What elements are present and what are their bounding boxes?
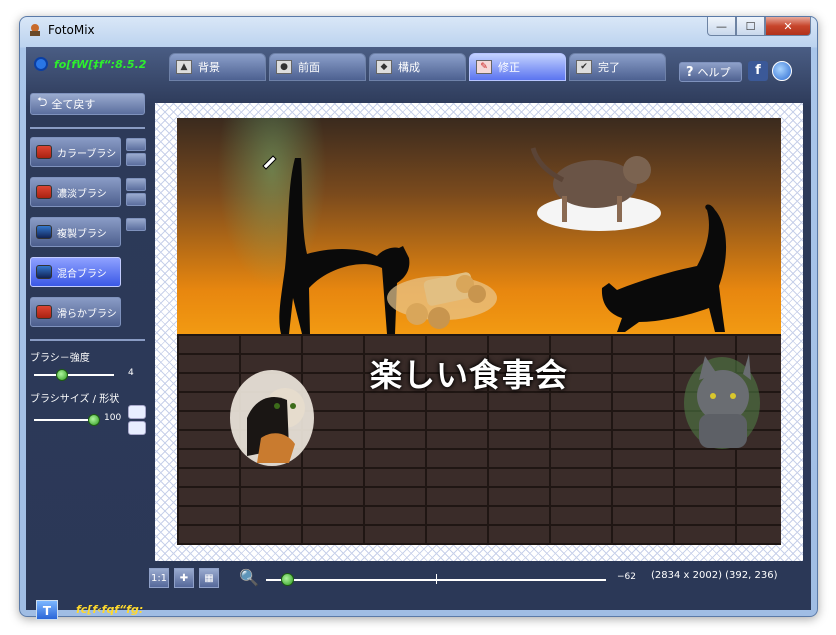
tab-finish[interactable]: ✔ 完了	[569, 53, 666, 81]
magnifier-icon: 🔍	[239, 568, 259, 587]
person-icon: ●	[276, 60, 292, 74]
brush-option-button[interactable]	[126, 218, 146, 231]
app-icon	[28, 23, 42, 37]
client-area: fo[fW[‡f“:8.5.2 ▲ 背景 ● 前面 ◆ 構成 ✎ 修正 ✔ 完了	[26, 47, 811, 620]
compose-icon: ◆	[376, 60, 392, 74]
cat-photo-bottom-right	[684, 354, 760, 449]
clone-brush-button[interactable]: 複製ブラシ	[30, 217, 121, 247]
maximize-button[interactable]: ☐	[736, 17, 765, 36]
close-button[interactable]: ✕	[765, 17, 811, 36]
brush-strength-value: 4	[128, 368, 134, 378]
checklist-icon: ✔	[576, 60, 592, 74]
tab-foreground[interactable]: ● 前面	[269, 53, 366, 81]
color-brush-icon	[36, 145, 52, 159]
help-button[interactable]: ? ヘルプ	[679, 62, 742, 82]
brush-label: 滑らかブラシ	[57, 308, 117, 320]
brush-row-clone: 複製ブラシ	[30, 217, 148, 255]
image-dimensions: (2834 x 2002) (392, 236)	[651, 570, 778, 581]
brush-size-label: ブラシサイズ / 形状	[30, 394, 120, 405]
brush-label: 複製ブラシ	[57, 228, 107, 240]
tab-bar: ▲ 背景 ● 前面 ◆ 構成 ✎ 修正 ✔ 完了	[169, 53, 666, 81]
facebook-button[interactable]: f	[748, 61, 768, 81]
brush-size-slider[interactable]: 100	[30, 405, 148, 435]
brush-row-smooth: 滑らかブラシ	[30, 297, 148, 335]
clone-brush-icon	[36, 225, 52, 239]
title-bar: FotoMix — ☐ ✕	[20, 17, 817, 45]
color-brush-button[interactable]: カラーブラシ	[30, 137, 121, 167]
square-shape-button[interactable]	[128, 421, 146, 435]
round-shape-button[interactable]	[128, 405, 146, 419]
brush-row-shade: 濃淡ブラシ	[30, 177, 148, 215]
brush-icon: ✎	[476, 60, 492, 74]
black-cat-left	[279, 158, 410, 334]
zoom-value: −62	[617, 572, 636, 582]
reset-all-label: 全て戻す	[51, 98, 96, 111]
image-canvas[interactable]: 楽しい食事会	[177, 118, 781, 545]
canvas-area[interactable]: 楽しい食事会	[155, 103, 803, 561]
tool-sidebar: ⮌ 全て戻す カラーブラシ 濃淡ブラシ 複製ブラシ 混合ブラシ 滑らかブラシ ブ…	[30, 93, 148, 435]
question-icon: ?	[686, 64, 694, 80]
slider-thumb[interactable]	[56, 369, 68, 381]
fit-window-button[interactable]: ✚	[174, 568, 194, 588]
cat-photo-top-right	[530, 147, 661, 231]
app-window: FotoMix — ☐ ✕ fo[fW[‡f“:8.5.2 ▲ 背景 ● 前面 …	[19, 16, 818, 620]
help-label: ヘルプ	[697, 66, 731, 79]
actual-size-button[interactable]: 1:1	[149, 568, 169, 588]
version-text: fo[fW[‡f“:8.5.2	[54, 57, 147, 71]
smooth-brush-button[interactable]: 滑らかブラシ	[30, 297, 121, 327]
tab-label: 修正	[498, 61, 520, 74]
brush-option-button[interactable]	[126, 193, 146, 206]
shade-brush-button[interactable]: 濃淡ブラシ	[30, 177, 121, 207]
brush-label: 濃淡ブラシ	[57, 188, 107, 200]
blend-brush-button[interactable]: 混合ブラシ	[30, 257, 121, 287]
tab-background[interactable]: ▲ 背景	[169, 53, 266, 81]
smooth-brush-icon	[36, 305, 52, 319]
brush-option-button[interactable]	[126, 153, 146, 166]
scene-artwork	[230, 147, 760, 466]
version-label: fo[fW[‡f“:8.5.2	[34, 57, 146, 71]
globe-logo-icon	[34, 57, 48, 71]
tab-compose[interactable]: ◆ 構成	[369, 53, 466, 81]
tab-label: 完了	[598, 61, 620, 74]
zoom-slider-thumb[interactable]	[281, 573, 294, 586]
shade-brush-icon	[36, 185, 52, 199]
slider-track	[34, 419, 94, 421]
tab-retouch[interactable]: ✎ 修正	[469, 53, 566, 81]
blend-brush-icon	[36, 265, 52, 279]
reset-all-button[interactable]: ⮌ 全て戻す	[30, 93, 145, 115]
text-tool-button[interactable]: T	[36, 600, 58, 620]
minimize-button[interactable]: —	[707, 17, 736, 36]
bread-plate	[387, 272, 497, 329]
cursor-pen-icon	[262, 155, 277, 170]
web-globe-button[interactable]	[772, 61, 792, 81]
bottom-toolbar: 1:1 ✚ ▦ 🔍 −62 (2834 x 2002) (392, 236) T…	[26, 563, 811, 620]
slider-thumb[interactable]	[88, 414, 100, 426]
window-controls: — ☐ ✕	[707, 17, 811, 36]
brush-strength-slider[interactable]: 4	[30, 364, 148, 386]
brush-row-blend: 混合ブラシ	[30, 257, 148, 295]
landscape-icon: ▲	[176, 60, 192, 74]
window-title: FotoMix	[48, 23, 95, 37]
tab-label: 前面	[298, 61, 320, 74]
zoom-center-tick	[436, 574, 437, 584]
canvas-caption: 楽しい食事会	[370, 356, 569, 394]
brush-size-value: 100	[104, 413, 122, 423]
tab-label: 背景	[198, 61, 220, 74]
brush-strength-label: ブラシ－強度	[30, 353, 90, 364]
divider	[30, 127, 145, 129]
brush-label: 混合ブラシ	[57, 268, 107, 280]
cat-photo-bottom-left	[230, 370, 314, 466]
grid-toggle-button[interactable]: ▦	[199, 568, 219, 588]
brush-label: カラーブラシ	[57, 148, 117, 160]
slider-track	[34, 374, 114, 376]
brush-row-color: カラーブラシ	[30, 137, 148, 175]
divider	[30, 339, 145, 341]
undo-arrow-icon: ⮌	[37, 95, 48, 110]
tab-label: 構成	[398, 61, 420, 74]
brush-option-button[interactable]	[126, 178, 146, 191]
brush-option-button[interactable]	[126, 138, 146, 151]
status-text: fc[f‹fqf“fg:	[76, 603, 144, 616]
